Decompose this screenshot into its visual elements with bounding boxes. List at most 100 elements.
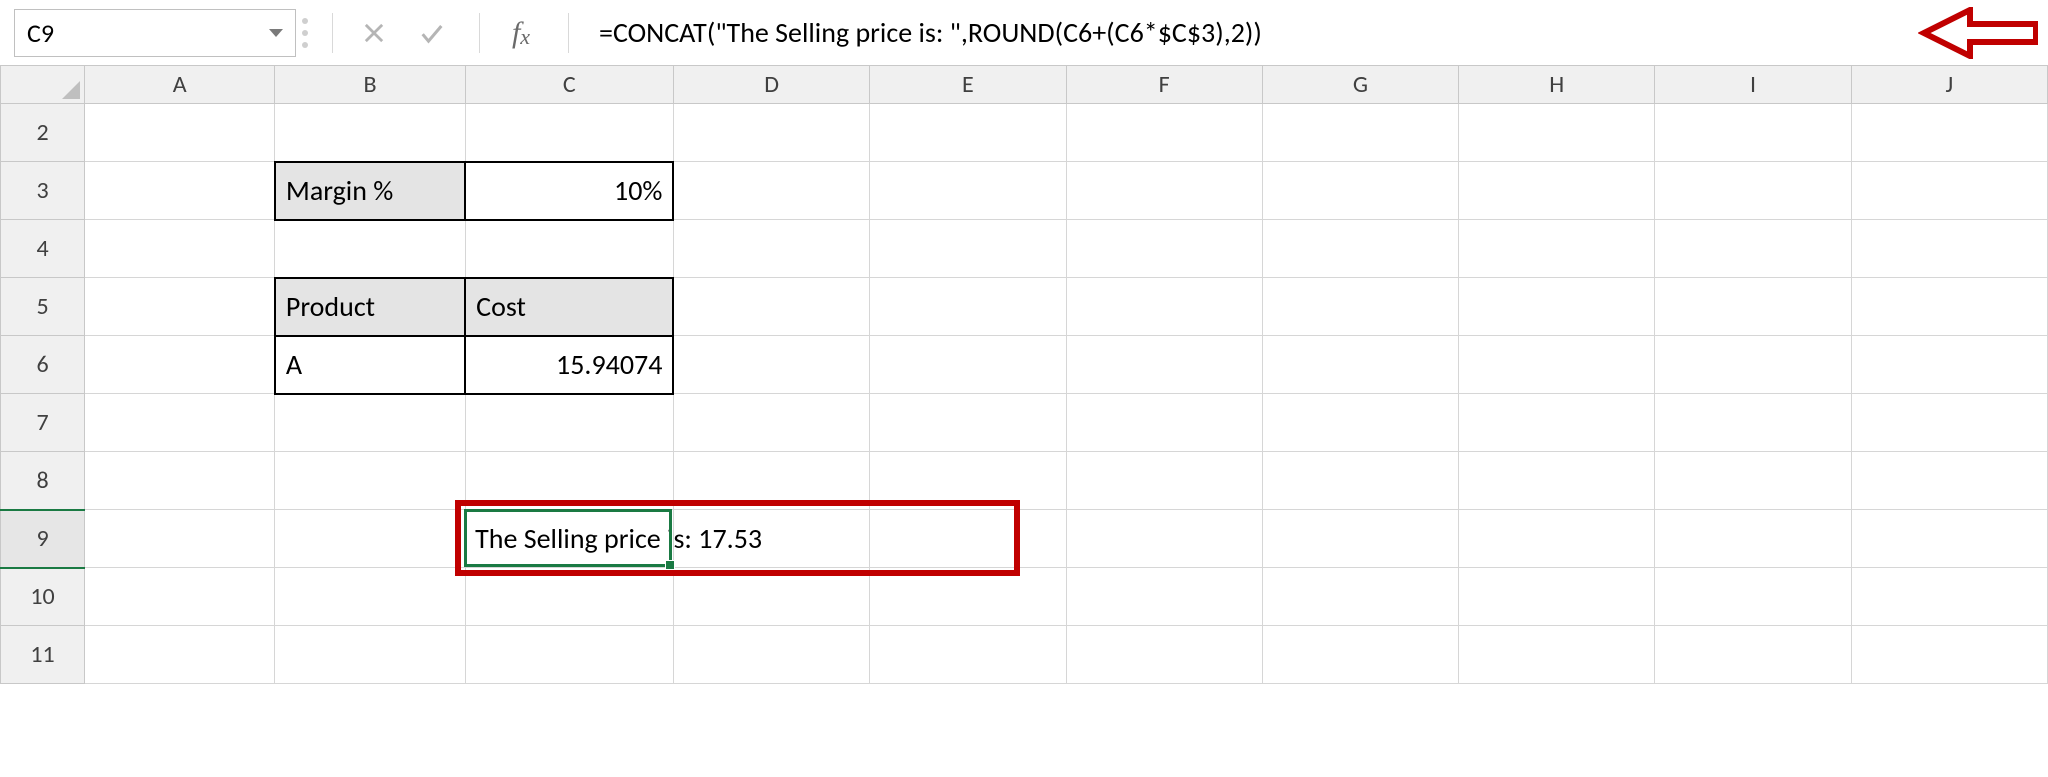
cell-E9[interactable] (870, 510, 1066, 568)
cell-H10[interactable] (1459, 568, 1655, 626)
cell-I10[interactable] (1655, 568, 1851, 626)
col-header-H[interactable]: H (1459, 66, 1655, 104)
select-all-corner[interactable] (1, 66, 85, 104)
cell-A3[interactable] (85, 162, 275, 220)
col-header-E[interactable]: E (870, 66, 1066, 104)
cell-B10[interactable] (275, 568, 465, 626)
cell-E11[interactable] (870, 626, 1066, 684)
cell-H9[interactable] (1459, 510, 1655, 568)
cell-I7[interactable] (1655, 394, 1851, 452)
cell-B4[interactable] (275, 220, 465, 278)
cell-I4[interactable] (1655, 220, 1851, 278)
cell-F5[interactable] (1066, 278, 1262, 336)
col-header-I[interactable]: I (1655, 66, 1851, 104)
cell-G2[interactable] (1262, 104, 1458, 162)
cell-E3[interactable] (870, 162, 1066, 220)
row-header-4[interactable]: 4 (1, 220, 85, 278)
cell-E7[interactable] (870, 394, 1066, 452)
name-box-dropdown-icon[interactable] (269, 29, 283, 37)
formula-bar-expand-handle[interactable] (302, 15, 308, 51)
cell-G7[interactable] (1262, 394, 1458, 452)
cell-B2[interactable] (275, 104, 465, 162)
cell-A11[interactable] (85, 626, 275, 684)
cell-H4[interactable] (1459, 220, 1655, 278)
cell-F10[interactable] (1066, 568, 1262, 626)
cell-D6[interactable] (673, 336, 869, 394)
cell-E8[interactable] (870, 452, 1066, 510)
cell-J5[interactable] (1851, 278, 2047, 336)
cell-J11[interactable] (1851, 626, 2047, 684)
row-header-10[interactable]: 10 (1, 568, 85, 626)
cell-G10[interactable] (1262, 568, 1458, 626)
cell-A9[interactable] (85, 510, 275, 568)
row-header-2[interactable]: 2 (1, 104, 85, 162)
cell-D10[interactable] (673, 568, 869, 626)
cell-H2[interactable] (1459, 104, 1655, 162)
cell-C2[interactable] (465, 104, 673, 162)
cell-G6[interactable] (1262, 336, 1458, 394)
cell-I5[interactable] (1655, 278, 1851, 336)
cell-C10[interactable] (465, 568, 673, 626)
cell-F9[interactable] (1066, 510, 1262, 568)
cell-F11[interactable] (1066, 626, 1262, 684)
row-header-3[interactable]: 3 (1, 162, 85, 220)
cell-I3[interactable] (1655, 162, 1851, 220)
row-header-9[interactable]: 9 (1, 510, 85, 568)
row-header-11[interactable]: 11 (1, 626, 85, 684)
cell-F4[interactable] (1066, 220, 1262, 278)
cell-B5[interactable]: Product (275, 278, 465, 336)
cell-E4[interactable] (870, 220, 1066, 278)
cell-A10[interactable] (85, 568, 275, 626)
cell-B9[interactable] (275, 510, 465, 568)
cell-F3[interactable] (1066, 162, 1262, 220)
cell-A4[interactable] (85, 220, 275, 278)
col-header-C[interactable]: C (465, 66, 673, 104)
cell-A7[interactable] (85, 394, 275, 452)
cell-C11[interactable] (465, 626, 673, 684)
cell-I9[interactable] (1655, 510, 1851, 568)
cell-G4[interactable] (1262, 220, 1458, 278)
cell-B7[interactable] (275, 394, 465, 452)
col-header-J[interactable]: J (1851, 66, 2047, 104)
cell-C7[interactable] (465, 394, 673, 452)
cell-B8[interactable] (275, 452, 465, 510)
cell-H3[interactable] (1459, 162, 1655, 220)
cell-D8[interactable] (673, 452, 869, 510)
col-header-B[interactable]: B (275, 66, 465, 104)
cell-J9[interactable] (1851, 510, 2047, 568)
cell-G3[interactable] (1262, 162, 1458, 220)
cell-A5[interactable] (85, 278, 275, 336)
cell-I2[interactable] (1655, 104, 1851, 162)
insert-function-button[interactable]: fx (492, 12, 550, 54)
cell-J10[interactable] (1851, 568, 2047, 626)
cell-H7[interactable] (1459, 394, 1655, 452)
cell-H6[interactable] (1459, 336, 1655, 394)
cell-J8[interactable] (1851, 452, 2047, 510)
cell-D7[interactable] (673, 394, 869, 452)
row-header-5[interactable]: 5 (1, 278, 85, 336)
cell-H5[interactable] (1459, 278, 1655, 336)
cell-C3[interactable]: 10% (465, 162, 673, 220)
cell-I11[interactable] (1655, 626, 1851, 684)
cell-E6[interactable] (870, 336, 1066, 394)
name-box[interactable]: C9 (14, 9, 296, 57)
cell-I6[interactable] (1655, 336, 1851, 394)
cell-D5[interactable] (673, 278, 869, 336)
cell-F7[interactable] (1066, 394, 1262, 452)
cell-A6[interactable] (85, 336, 275, 394)
cell-G8[interactable] (1262, 452, 1458, 510)
cell-B3[interactable]: Margin % (275, 162, 465, 220)
cell-H8[interactable] (1459, 452, 1655, 510)
cell-G9[interactable] (1262, 510, 1458, 568)
cell-J6[interactable] (1851, 336, 2047, 394)
cell-F6[interactable] (1066, 336, 1262, 394)
row-header-6[interactable]: 6 (1, 336, 85, 394)
cell-C5[interactable]: Cost (465, 278, 673, 336)
enter-button[interactable] (403, 12, 461, 54)
cell-A2[interactable] (85, 104, 275, 162)
cell-D3[interactable] (673, 162, 869, 220)
col-header-A[interactable]: A (85, 66, 275, 104)
cell-H11[interactable] (1459, 626, 1655, 684)
cell-J2[interactable] (1851, 104, 2047, 162)
col-header-D[interactable]: D (673, 66, 869, 104)
